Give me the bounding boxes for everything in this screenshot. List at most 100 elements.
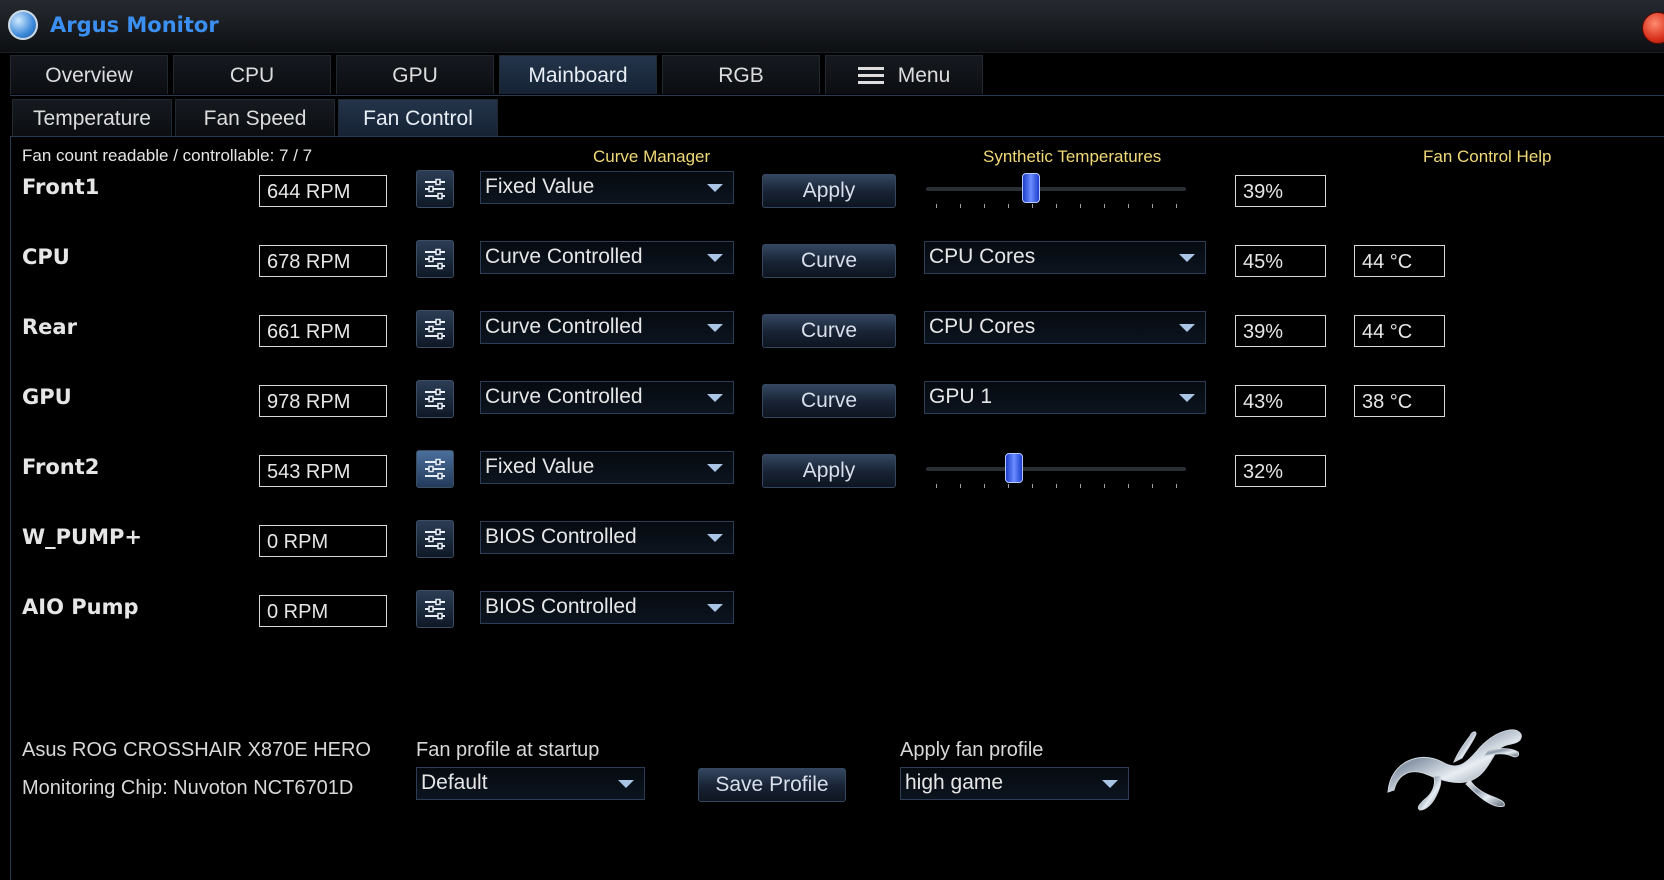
tab-label: Temperature (33, 107, 151, 130)
curve-button[interactable]: Curve (762, 314, 896, 348)
fan-row-w-pump: W_PUMP+ 0 RPM BIOS Controlled (0, 520, 1664, 575)
chevron-down-icon (707, 324, 723, 332)
fan-speed-slider[interactable] (926, 450, 1186, 490)
fan-mode-select[interactable]: BIOS Controlled (480, 521, 734, 554)
tab-mainboard[interactable]: Mainboard (499, 55, 657, 94)
fan-settings-button[interactable] (416, 380, 454, 418)
chevron-down-icon (618, 780, 634, 788)
fan-rpm-readout: 543 RPM (259, 455, 387, 487)
fan-rpm-readout: 0 RPM (259, 525, 387, 557)
fan-mode-select[interactable]: BIOS Controlled (480, 591, 734, 624)
curve-manager-link[interactable]: Curve Manager (593, 147, 710, 167)
fan-control-help-link[interactable]: Fan Control Help (1423, 147, 1552, 167)
fan-rpm-readout: 661 RPM (259, 315, 387, 347)
slider-tick (1080, 484, 1081, 488)
fan-row-rear: Rear 661 RPM Curve Controlled Curve CPU … (0, 310, 1664, 365)
fan-settings-button[interactable] (416, 520, 454, 558)
fan-mode-select[interactable]: Fixed Value (480, 171, 734, 204)
fan-mode-select[interactable]: Curve Controlled (480, 381, 734, 414)
fan-settings-button[interactable] (416, 310, 454, 348)
fan-row-aio-pump: AIO Pump 0 RPM BIOS Controlled (0, 590, 1664, 645)
tab-temperature[interactable]: Temperature (12, 99, 172, 136)
slider-tick (1008, 204, 1009, 208)
fan-name: AIO Pump (22, 595, 139, 619)
slider-tick (1152, 484, 1153, 488)
tab-gpu[interactable]: GPU (336, 55, 494, 94)
fan-temp-readout: 44 °C (1354, 315, 1445, 347)
app-title: Argus Monitor (50, 13, 219, 37)
fan-name: Rear (22, 315, 77, 339)
slider-tick (1008, 484, 1009, 488)
fan-count-label: Fan count readable / controllable: 7 / 7 (22, 146, 313, 165)
fan-temp-readout: 38 °C (1354, 385, 1445, 417)
fan-mode-select[interactable]: Fixed Value (480, 451, 734, 484)
select-value: CPU Cores (929, 245, 1036, 268)
fan-rpm-readout: 0 RPM (259, 595, 387, 627)
fan-temp-readout: 44 °C (1354, 245, 1445, 277)
close-icon[interactable] (1642, 12, 1664, 44)
slider-track (926, 467, 1186, 471)
apply-profile-select[interactable]: high game (900, 767, 1129, 800)
hamburger-icon (857, 67, 884, 86)
fan-rpm-readout: 978 RPM (259, 385, 387, 417)
fan-settings-button[interactable] (416, 590, 454, 628)
fan-row-gpu: GPU 978 RPM Curve Controlled Curve GPU 1… (0, 380, 1664, 435)
board-name: Asus ROG CROSSHAIR X870E HERO (22, 739, 371, 761)
fan-mode-select[interactable]: Curve Controlled (480, 311, 734, 344)
synthetic-temperatures-link[interactable]: Synthetic Temperatures (983, 147, 1161, 167)
chevron-down-icon (707, 464, 723, 472)
slider-tick (1176, 204, 1177, 208)
chevron-down-icon (1179, 324, 1195, 332)
tab-overview[interactable]: Overview (10, 55, 168, 94)
fan-settings-button[interactable] (416, 240, 454, 278)
tab-rgb[interactable]: RGB (662, 55, 820, 94)
temperature-source-select[interactable]: CPU Cores (924, 311, 1206, 344)
gecko-logo-icon (1387, 729, 1522, 811)
divider (10, 136, 1664, 137)
sliders-icon (425, 598, 445, 620)
sliders-icon (425, 318, 445, 340)
startup-profile-select[interactable]: Default (416, 767, 645, 800)
chevron-down-icon (707, 394, 723, 402)
slider-thumb[interactable] (1021, 173, 1040, 203)
slider-tick (1104, 484, 1105, 488)
fan-percent-readout: 39% (1235, 315, 1326, 347)
fan-settings-button[interactable] (416, 170, 454, 208)
slider-tick (1176, 484, 1177, 488)
slider-tick (1032, 204, 1033, 208)
fan-settings-button[interactable] (416, 450, 454, 488)
temperature-source-select[interactable]: GPU 1 (924, 381, 1206, 414)
fan-percent-readout: 43% (1235, 385, 1326, 417)
tab-menu[interactable]: Menu (825, 55, 983, 94)
slider-tick (984, 204, 985, 208)
apply-button[interactable]: Apply (762, 454, 896, 488)
divider (10, 95, 1664, 96)
select-value: BIOS Controlled (485, 525, 637, 548)
fan-speed-slider[interactable] (926, 170, 1186, 210)
curve-button[interactable]: Curve (762, 244, 896, 278)
apply-button[interactable]: Apply (762, 174, 896, 208)
tab-label: Fan Control (363, 107, 473, 130)
slider-tick (1128, 484, 1129, 488)
tab-fan-speed[interactable]: Fan Speed (175, 99, 335, 136)
tab-label: CPU (229, 64, 275, 87)
select-value: CPU Cores (929, 315, 1036, 338)
fan-row-cpu: CPU 678 RPM Curve Controlled Curve CPU C… (0, 240, 1664, 295)
tab-label: Fan Speed (203, 107, 307, 130)
chevron-down-icon (707, 534, 723, 542)
tab-cpu[interactable]: CPU (173, 55, 331, 94)
select-value: Fixed Value (485, 175, 595, 198)
tab-fan-control[interactable]: Fan Control (338, 99, 498, 136)
chevron-down-icon (1179, 254, 1195, 262)
fan-row-front2: Front2 543 RPM Fixed Value Apply 32% (0, 450, 1664, 505)
temperature-source-select[interactable]: CPU Cores (924, 241, 1206, 274)
fan-rpm-readout: 678 RPM (259, 245, 387, 277)
slider-thumb[interactable] (1004, 453, 1023, 483)
apply-profile-label: Apply fan profile (900, 739, 1044, 761)
fan-rpm-readout: 644 RPM (259, 175, 387, 207)
select-value: BIOS Controlled (485, 595, 637, 618)
chevron-down-icon (707, 254, 723, 262)
curve-button[interactable]: Curve (762, 384, 896, 418)
save-profile-button[interactable]: Save Profile (698, 768, 846, 802)
fan-mode-select[interactable]: Curve Controlled (480, 241, 734, 274)
